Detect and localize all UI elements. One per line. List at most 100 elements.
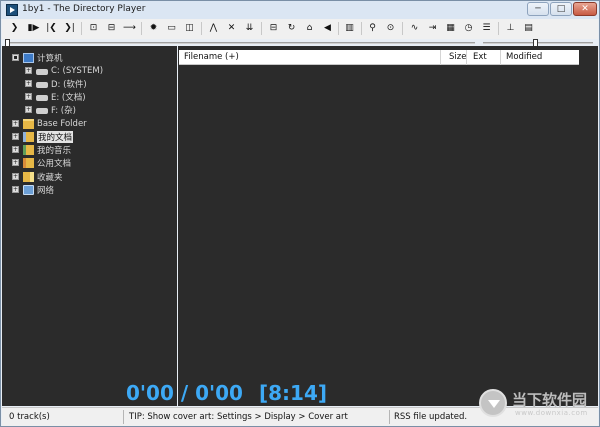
status-tip: TIP: Show cover art: Settings > Display …: [129, 412, 348, 422]
status-divider: [123, 410, 124, 424]
tree-item-drive-d[interactable]: + D: (软件): [25, 77, 87, 90]
tree-item-drive-c[interactable]: + C: (SYSTEM): [25, 64, 103, 77]
column-divider[interactable]: [440, 50, 441, 65]
track-count: 0 track(s): [9, 412, 50, 422]
expand-toggle-icon[interactable]: +: [25, 80, 32, 87]
tree-item-network[interactable]: + 网络: [12, 183, 54, 196]
toolbar-separator: [141, 22, 142, 35]
expand-toggle-icon[interactable]: +: [12, 159, 19, 166]
expand-toggle-icon[interactable]: +: [25, 67, 32, 74]
toolbar-button-11[interactable]: ✕: [225, 22, 238, 35]
tree-item-my-music[interactable]: + 我的音乐: [12, 143, 71, 156]
expand-toggle-icon[interactable]: +: [12, 146, 19, 153]
toolbar-button-25[interactable]: ⊥: [504, 22, 517, 35]
toolbar-button-16[interactable]: ◀: [321, 22, 334, 35]
network-icon: [23, 184, 34, 195]
documents-folder-icon: [23, 131, 34, 142]
toolbar-button-3[interactable]: ❯|: [63, 22, 76, 35]
close-button[interactable]: ✕: [573, 2, 597, 16]
tree-label: 收藏夹: [37, 172, 63, 183]
tree-item-base-folder[interactable]: + Base Folder: [12, 117, 87, 130]
folder-tree[interactable]: ▪ 计算机 + C: (SYSTEM) + D: (软件) + E: (文档) …: [2, 46, 177, 406]
tree-label: Base Folder: [37, 118, 87, 129]
toolbar-button-12[interactable]: ⇊: [243, 22, 256, 35]
toolbar-button-4[interactable]: ⊡: [87, 22, 100, 35]
drive-icon: [36, 81, 48, 88]
seek-slider[interactable]: [5, 39, 475, 47]
maximize-button[interactable]: □: [550, 2, 572, 16]
tree-label-selected: 我的文档: [37, 130, 74, 143]
toolbar-button-9[interactable]: ◫: [183, 22, 196, 35]
toolbar-button-14[interactable]: ↻: [285, 22, 298, 35]
expand-toggle-icon[interactable]: +: [25, 106, 32, 113]
collapse-toggle-icon[interactable]: ▪: [12, 54, 19, 61]
volume-track: [483, 42, 593, 44]
tree-item-public-documents[interactable]: + 公用文档: [12, 156, 71, 169]
tree-item-computer[interactable]: ▪ 计算机: [12, 51, 63, 64]
toolbar-button-0[interactable]: ❯: [8, 22, 21, 35]
close-icon: ✕: [581, 4, 589, 14]
toolbar-button-22[interactable]: ▦: [444, 22, 457, 35]
column-divider[interactable]: [500, 50, 501, 65]
toolbar-button-24[interactable]: ☰: [480, 22, 493, 35]
main-toolbar: ❯ ▮▶ |❮ ❯| ⊡ ⊟ ⟶ ✹ ▭ ◫ ⋀ ✕ ⇊ ⊟ ↻ ⌂ ◀ ▥ ⚲…: [2, 19, 598, 39]
watermark-title: 当下软件园: [512, 391, 588, 409]
drive-icon: [36, 68, 48, 75]
toolbar-button-18[interactable]: ⚲: [366, 22, 379, 35]
toolbar-button-19[interactable]: ⊙: [384, 22, 397, 35]
toolbar-button-2[interactable]: |❮: [45, 22, 58, 35]
toolbar-button-8[interactable]: ▭: [165, 22, 178, 35]
toolbar-button-13[interactable]: ⊟: [267, 22, 280, 35]
column-divider[interactable]: [466, 50, 467, 65]
tree-label: E: (文档): [51, 92, 86, 103]
tree-item-drive-f[interactable]: + F: (杂): [25, 103, 76, 116]
folder-icon: [23, 118, 34, 129]
toolbar-separator: [261, 22, 262, 35]
minimize-button[interactable]: ─: [527, 2, 549, 16]
column-filename[interactable]: Filename (+): [184, 52, 239, 62]
tree-label: C: (SYSTEM): [51, 65, 104, 76]
tree-label: 公用文档: [37, 158, 72, 169]
maximize-icon: □: [556, 4, 566, 14]
expand-toggle-icon[interactable]: +: [12, 186, 19, 193]
toolbar-button-1[interactable]: ▮▶: [27, 22, 40, 35]
expand-toggle-icon[interactable]: +: [12, 133, 19, 140]
toolbar-button-6[interactable]: ⟶: [123, 22, 136, 35]
rss-status: RSS file updated.: [394, 412, 468, 422]
tree-item-favorites[interactable]: + 收藏夹: [12, 170, 63, 183]
toolbar-button-7[interactable]: ✹: [147, 22, 160, 35]
tree-label: 我的音乐: [37, 145, 72, 156]
computer-icon: [23, 52, 34, 63]
toolbar-separator: [402, 22, 403, 35]
toolbar-button-23[interactable]: ◷: [462, 22, 475, 35]
title-bar[interactable]: 1by1 - The Directory Player ─ □ ✕: [1, 1, 599, 19]
file-list[interactable]: Filename (+) Size Ext Modified: [178, 46, 598, 406]
column-size[interactable]: Size: [449, 52, 466, 62]
toolbar-button-15[interactable]: ⌂: [303, 22, 316, 35]
toolbar-separator: [338, 22, 339, 35]
toolbar-separator: [81, 22, 82, 35]
favorites-folder-icon: [23, 171, 34, 182]
toolbar-button-5[interactable]: ⊟: [105, 22, 118, 35]
tree-item-drive-e[interactable]: + E: (文档): [25, 90, 86, 103]
toolbar-button-17[interactable]: ▥: [343, 22, 356, 35]
tree-item-my-documents[interactable]: + 我的文档: [12, 130, 74, 143]
tree-label: 网络: [37, 185, 55, 196]
drive-icon: [36, 94, 48, 101]
toolbar-button-26[interactable]: ▤: [522, 22, 535, 35]
column-modified[interactable]: Modified: [506, 52, 542, 62]
watermark-url: www.downxia.com: [515, 409, 588, 417]
tree-label: D: (软件): [51, 79, 87, 90]
expand-toggle-icon[interactable]: +: [12, 173, 19, 180]
expand-toggle-icon[interactable]: +: [12, 120, 19, 127]
watermark-logo-icon: [479, 389, 507, 417]
music-folder-icon: [23, 144, 34, 155]
expand-toggle-icon[interactable]: +: [25, 93, 32, 100]
column-ext[interactable]: Ext: [473, 52, 487, 62]
toolbar-button-21[interactable]: ⇥: [426, 22, 439, 35]
toolbar-button-20[interactable]: ∿: [408, 22, 421, 35]
volume-slider[interactable]: [483, 39, 593, 47]
app-window: 1by1 - The Directory Player ─ □ ✕ ❯ ▮▶ |…: [0, 0, 600, 427]
app-logo-icon: [6, 4, 18, 16]
toolbar-button-10[interactable]: ⋀: [207, 22, 220, 35]
